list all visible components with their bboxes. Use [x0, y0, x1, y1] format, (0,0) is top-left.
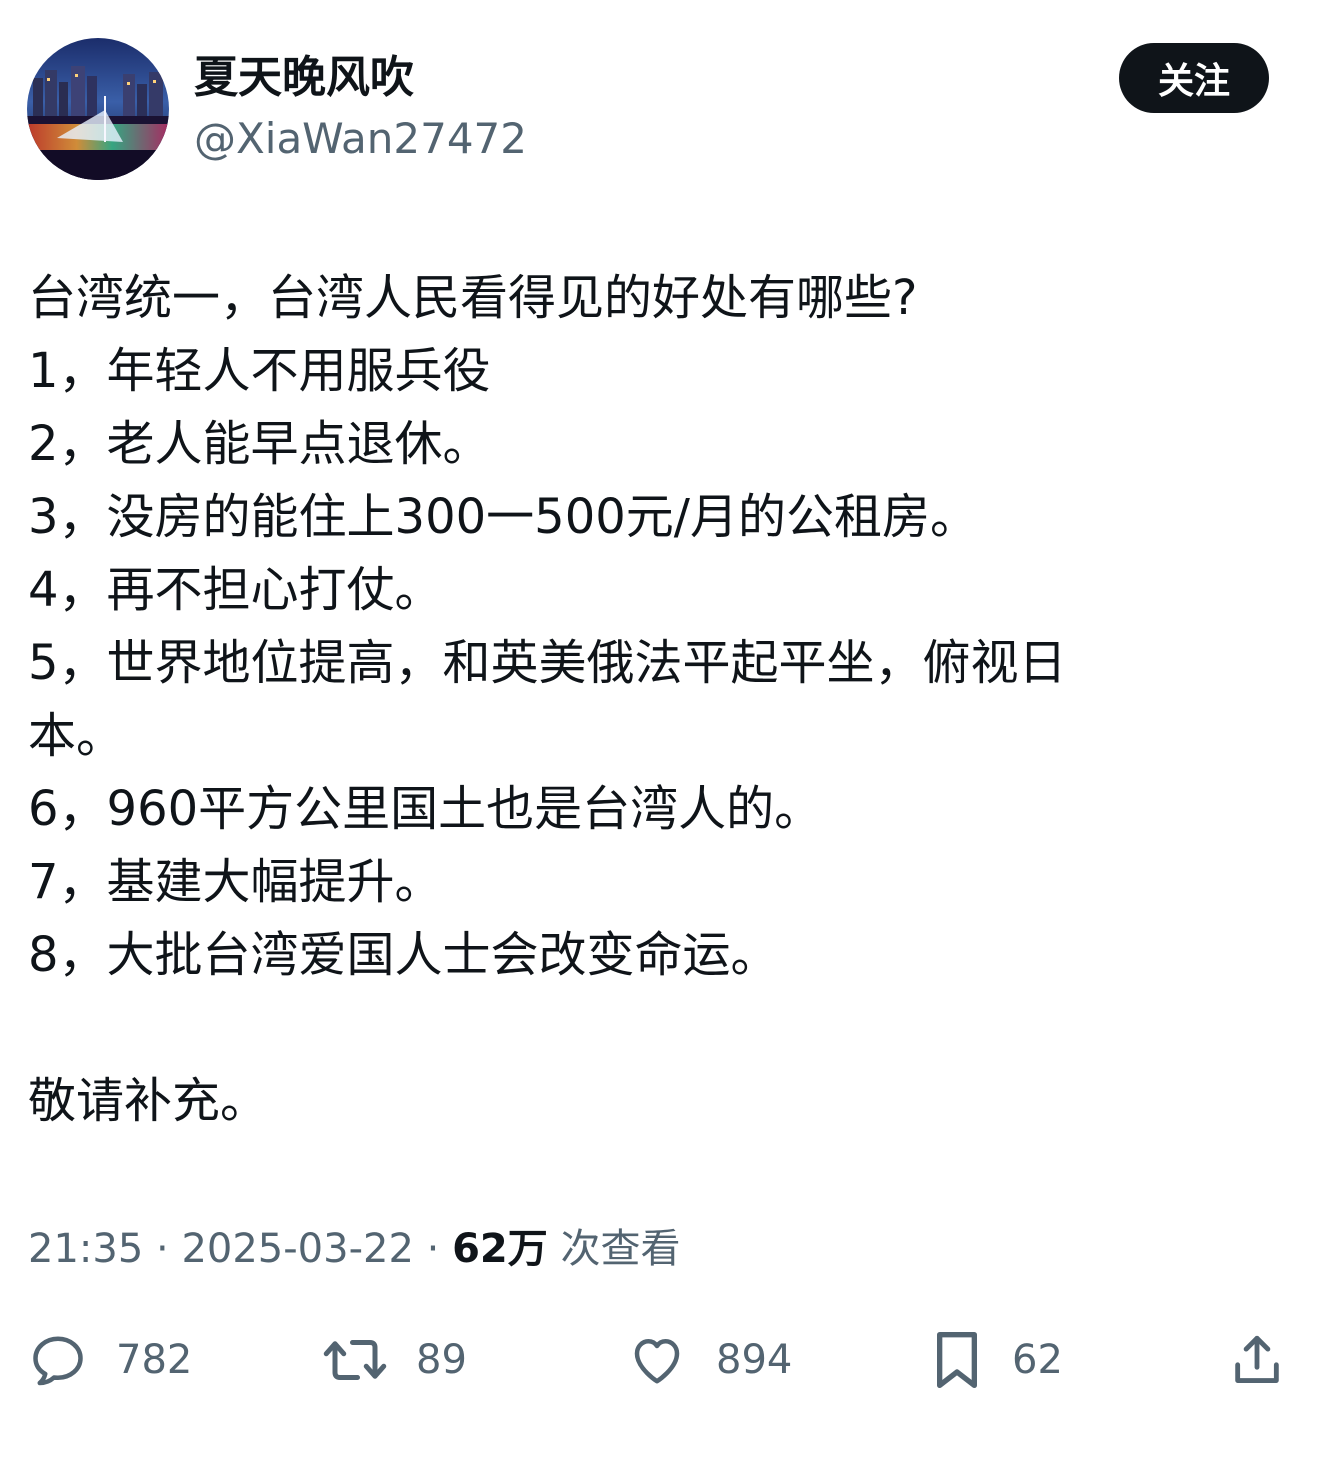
tweet-date[interactable]: 2025-03-22: [181, 1226, 413, 1272]
retweet-icon: [323, 1340, 387, 1380]
retweet-button[interactable]: 89: [322, 1322, 467, 1398]
tweet-line: 7，基建大幅提升。: [28, 854, 443, 910]
display-name[interactable]: 夏天晚风吹: [194, 50, 414, 106]
tweet-line: 敬请补充。: [28, 1073, 269, 1129]
tweet-line: 8，大批台湾爱国人士会改变命运。: [28, 927, 779, 983]
share-button[interactable]: [1228, 1322, 1286, 1398]
like-button[interactable]: 894: [626, 1322, 792, 1398]
views-label: 次查看: [560, 1226, 681, 1272]
tweet-line: 1，年轻人不用服兵役: [28, 343, 491, 399]
heart-icon: [634, 1339, 680, 1384]
retweet-count: 89: [416, 1337, 467, 1383]
action-bar: 782 89 894 62: [0, 1322, 1320, 1398]
tweet-line: 本。: [28, 708, 125, 764]
meta-separator: ·: [143, 1226, 182, 1272]
views-count[interactable]: 62万: [452, 1226, 548, 1272]
tweet-time[interactable]: 21:35: [28, 1226, 143, 1272]
tweet-meta: 21:35 · 2025-03-22 · 62万 次查看: [28, 1222, 680, 1276]
avatar-image: [27, 38, 169, 180]
reply-count: 782: [116, 1337, 193, 1383]
tweet-line: 台湾统一，台湾人民看得见的好处有哪些?: [28, 270, 918, 326]
share-icon: [1235, 1335, 1279, 1383]
tweet-line: 4，再不担心打仗。: [28, 562, 443, 618]
bookmark-icon: [937, 1332, 977, 1388]
meta-separator: ·: [413, 1226, 453, 1272]
tweet-line: 3，没房的能住上300一500元/月的公租房。: [28, 489, 978, 545]
reply-icon: [33, 1336, 83, 1386]
tweet-text: 台湾统一，台湾人民看得见的好处有哪些? 1，年轻人不用服兵役 2，老人能早点退休…: [28, 262, 1228, 1138]
bookmark-button[interactable]: 62: [930, 1322, 1063, 1398]
reply-button[interactable]: 782: [28, 1322, 192, 1398]
like-count: 894: [716, 1337, 793, 1383]
follow-button[interactable]: 关注: [1119, 43, 1269, 113]
tweet-line: 5，世界地位提高，和英美俄法平起平坐，俯视日: [28, 635, 1067, 691]
user-handle[interactable]: @XiaWan27472: [194, 112, 527, 166]
tweet-line: 6，960平方公里国土也是台湾人的。: [28, 781, 823, 837]
avatar[interactable]: [27, 38, 169, 180]
tweet-line: 2，老人能早点退休。: [28, 416, 491, 472]
bookmark-count: 62: [1012, 1337, 1063, 1383]
